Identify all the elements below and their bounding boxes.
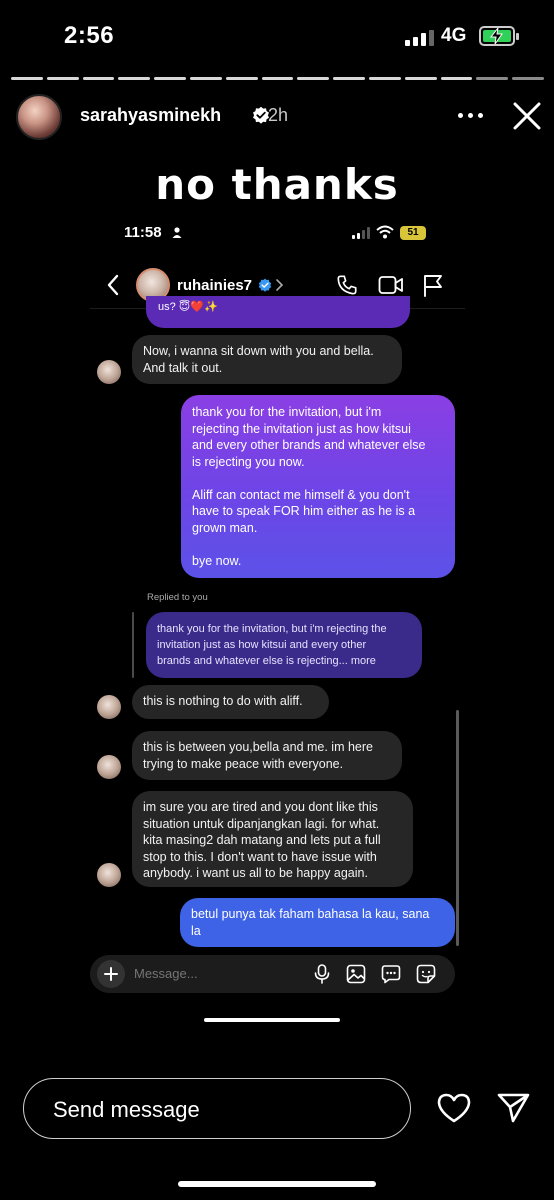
sender-avatar	[97, 360, 121, 384]
story-header: sarahyasminekh 2h	[16, 92, 546, 140]
battery-charging-icon	[479, 26, 519, 46]
message-bubble-sent[interactable]: us? 😇❤️✨	[146, 296, 410, 328]
story-username[interactable]: sarahyasminekh	[80, 105, 221, 126]
message-bubble-sent[interactable]: betul punya tak faham bahasa la kau, san…	[180, 898, 455, 947]
story-progress-segment	[11, 77, 43, 80]
story-user-avatar[interactable]	[16, 94, 62, 140]
story-progress-bar	[11, 77, 544, 80]
story-progress-segment	[154, 77, 186, 80]
story-progress-segment	[297, 77, 330, 80]
message-bubble-received[interactable]: this is nothing to do with aliff.	[132, 685, 329, 719]
story-progress-segment	[46, 77, 79, 80]
person-icon	[172, 227, 182, 238]
send-message-field[interactable]: Send message	[23, 1078, 411, 1139]
status-time: 2:56	[64, 22, 115, 49]
story-caption: no thanks	[155, 160, 399, 209]
status-bar: 2:56 4G	[0, 0, 554, 72]
quoted-message[interactable]: thank you for the invitation, but i'm re…	[146, 612, 422, 678]
video-call-icon[interactable]	[378, 275, 404, 295]
story-progress-segment	[225, 77, 258, 80]
story-time-ago: 2h	[268, 105, 289, 125]
embedded-signal-icon	[352, 227, 372, 239]
add-attachment-button[interactable]	[97, 960, 125, 988]
message-bubble-received[interactable]: Now, i wanna sit down with you and bella…	[132, 335, 402, 384]
replied-to-you-label: Replied to you	[147, 592, 208, 603]
verified-badge-icon	[258, 278, 272, 292]
sticker-icon[interactable]	[416, 964, 436, 984]
sender-avatar	[97, 863, 121, 887]
message-bubble-sent[interactable]: thank you for the invitation, but i'm re…	[181, 395, 455, 578]
story-progress-segment	[189, 77, 222, 80]
send-direct-icon[interactable]	[497, 1092, 531, 1124]
heart-icon[interactable]	[436, 1092, 472, 1124]
embedded-battery: 51	[400, 226, 426, 240]
message-bubble-received[interactable]: im sure you are tired and you dont like …	[132, 791, 413, 887]
cellular-signal-icon	[405, 30, 435, 46]
embedded-status-time: 11:58	[124, 224, 162, 241]
message-bubble-received[interactable]: this is between you,bella and me. im her…	[132, 731, 402, 780]
chat-username[interactable]: ruhainies7	[177, 277, 252, 294]
sender-avatar	[97, 755, 121, 779]
flag-icon[interactable]	[422, 274, 444, 298]
phone-icon[interactable]	[336, 274, 358, 296]
gif-chat-icon[interactable]	[381, 964, 401, 984]
message-composer	[90, 955, 455, 993]
chat-scrollbar[interactable]	[456, 710, 459, 946]
reply-indicator-bar	[132, 612, 134, 678]
back-chevron-icon[interactable]	[106, 273, 120, 297]
microphone-icon[interactable]	[314, 964, 330, 984]
home-indicator	[178, 1181, 376, 1187]
story-progress-segment	[261, 77, 294, 80]
sender-avatar	[97, 695, 121, 719]
wifi-icon	[376, 225, 394, 239]
network-type: 4G	[441, 25, 467, 46]
chevron-right-icon[interactable]	[275, 278, 284, 292]
story-progress-segment	[404, 77, 437, 80]
story-progress-segment	[82, 77, 115, 80]
embedded-home-indicator	[204, 1018, 340, 1022]
story-progress-segment	[440, 77, 473, 80]
story-progress-segment	[118, 77, 151, 80]
gallery-icon[interactable]	[346, 964, 366, 984]
close-icon[interactable]	[511, 100, 543, 132]
send-message-placeholder: Send message	[53, 1097, 200, 1122]
plus-icon	[104, 967, 118, 981]
story-progress-segment	[476, 77, 509, 80]
more-options-icon[interactable]	[456, 105, 486, 125]
message-input[interactable]	[134, 966, 294, 981]
story-progress-segment	[368, 77, 401, 80]
story-progress-segment	[333, 77, 365, 80]
story-progress-segment	[512, 77, 544, 80]
